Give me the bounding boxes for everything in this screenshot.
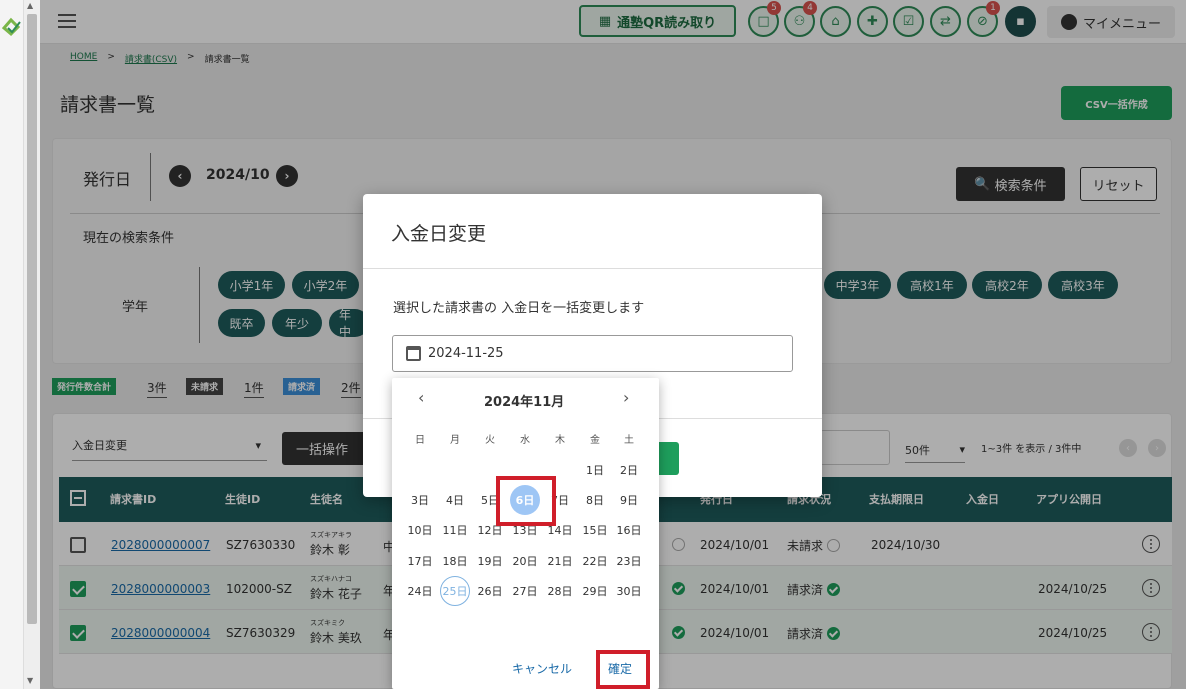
- highlight-box-day-6: [496, 476, 556, 526]
- calendar-day[interactable]: 4日: [440, 485, 470, 515]
- highlight-box-confirm: [596, 650, 650, 689]
- calendar-day[interactable]: 16日: [614, 515, 644, 545]
- calendar-day[interactable]: 21日: [545, 546, 575, 576]
- weekday-label: 土: [624, 435, 634, 446]
- weekday-label: 月: [450, 435, 460, 446]
- calendar-day[interactable]: 15日: [580, 515, 610, 545]
- weekday-label: 金: [590, 435, 600, 446]
- calendar-day[interactable]: 9日: [614, 485, 644, 515]
- calendar-day[interactable]: 8日: [580, 485, 610, 515]
- weekday-label: 木: [555, 435, 565, 446]
- calendar-next-month-icon[interactable]: ›: [623, 388, 629, 407]
- calendar-day[interactable]: 22日: [580, 546, 610, 576]
- calendar-prev-month-icon[interactable]: ‹: [418, 388, 424, 407]
- calendar-day[interactable]: 2日: [614, 455, 644, 485]
- calendar-day[interactable]: 29日: [580, 576, 610, 606]
- calendar-day[interactable]: 27日: [510, 576, 540, 606]
- calendar-cancel-button[interactable]: キャンセル: [512, 660, 572, 677]
- calendar-day[interactable]: 11日: [440, 515, 470, 545]
- payment-date-value: 2024-11-25: [428, 346, 504, 361]
- weekday-label: 火: [485, 435, 495, 446]
- app-logo-icon: [2, 17, 21, 37]
- app-window: ▲ ▼ ▦ 通塾QR読み取り □ 5 ⚇ 4 ⌂ ✚ ☑ ⇄ ⊘ 1 ▪ マイメニュー HOME >…: [0, 0, 1186, 689]
- calendar-day[interactable]: 23日: [614, 546, 644, 576]
- calendar-day[interactable]: 30日: [614, 576, 644, 606]
- weekday-label: 水: [520, 435, 530, 446]
- calendar-day[interactable]: 28日: [545, 576, 575, 606]
- calendar-day[interactable]: 17日: [405, 546, 435, 576]
- calendar-day[interactable]: 10日: [405, 515, 435, 545]
- calendar-month-label: 2024年11月: [484, 395, 565, 410]
- calendar-day[interactable]: 3日: [405, 485, 435, 515]
- calendar-day[interactable]: 26日: [475, 576, 505, 606]
- divider: [363, 268, 822, 269]
- left-strip: [0, 0, 24, 689]
- scrollbar[interactable]: ▲ ▼: [24, 0, 40, 689]
- weekday-label: 日: [415, 435, 425, 446]
- scroll-down-icon[interactable]: ▼: [27, 676, 33, 685]
- calendar-day[interactable]: 18日: [440, 546, 470, 576]
- calendar-day[interactable]: 1日: [580, 455, 610, 485]
- calendar-icon: [406, 346, 421, 361]
- modal-title: 入金日変更: [391, 223, 487, 245]
- calendar-day[interactable]: 24日: [405, 576, 435, 606]
- calendar-day[interactable]: 19日: [475, 546, 505, 576]
- modal-description: 選択した請求書の 入金日を一括変更します: [393, 301, 645, 316]
- payment-date-input[interactable]: 2024-11-25: [392, 335, 793, 372]
- calendar-day[interactable]: 20日: [510, 546, 540, 576]
- scroll-up-icon[interactable]: ▲: [27, 1, 33, 10]
- calendar-day[interactable]: 25日: [440, 576, 470, 606]
- scrollbar-thumb[interactable]: [27, 14, 37, 624]
